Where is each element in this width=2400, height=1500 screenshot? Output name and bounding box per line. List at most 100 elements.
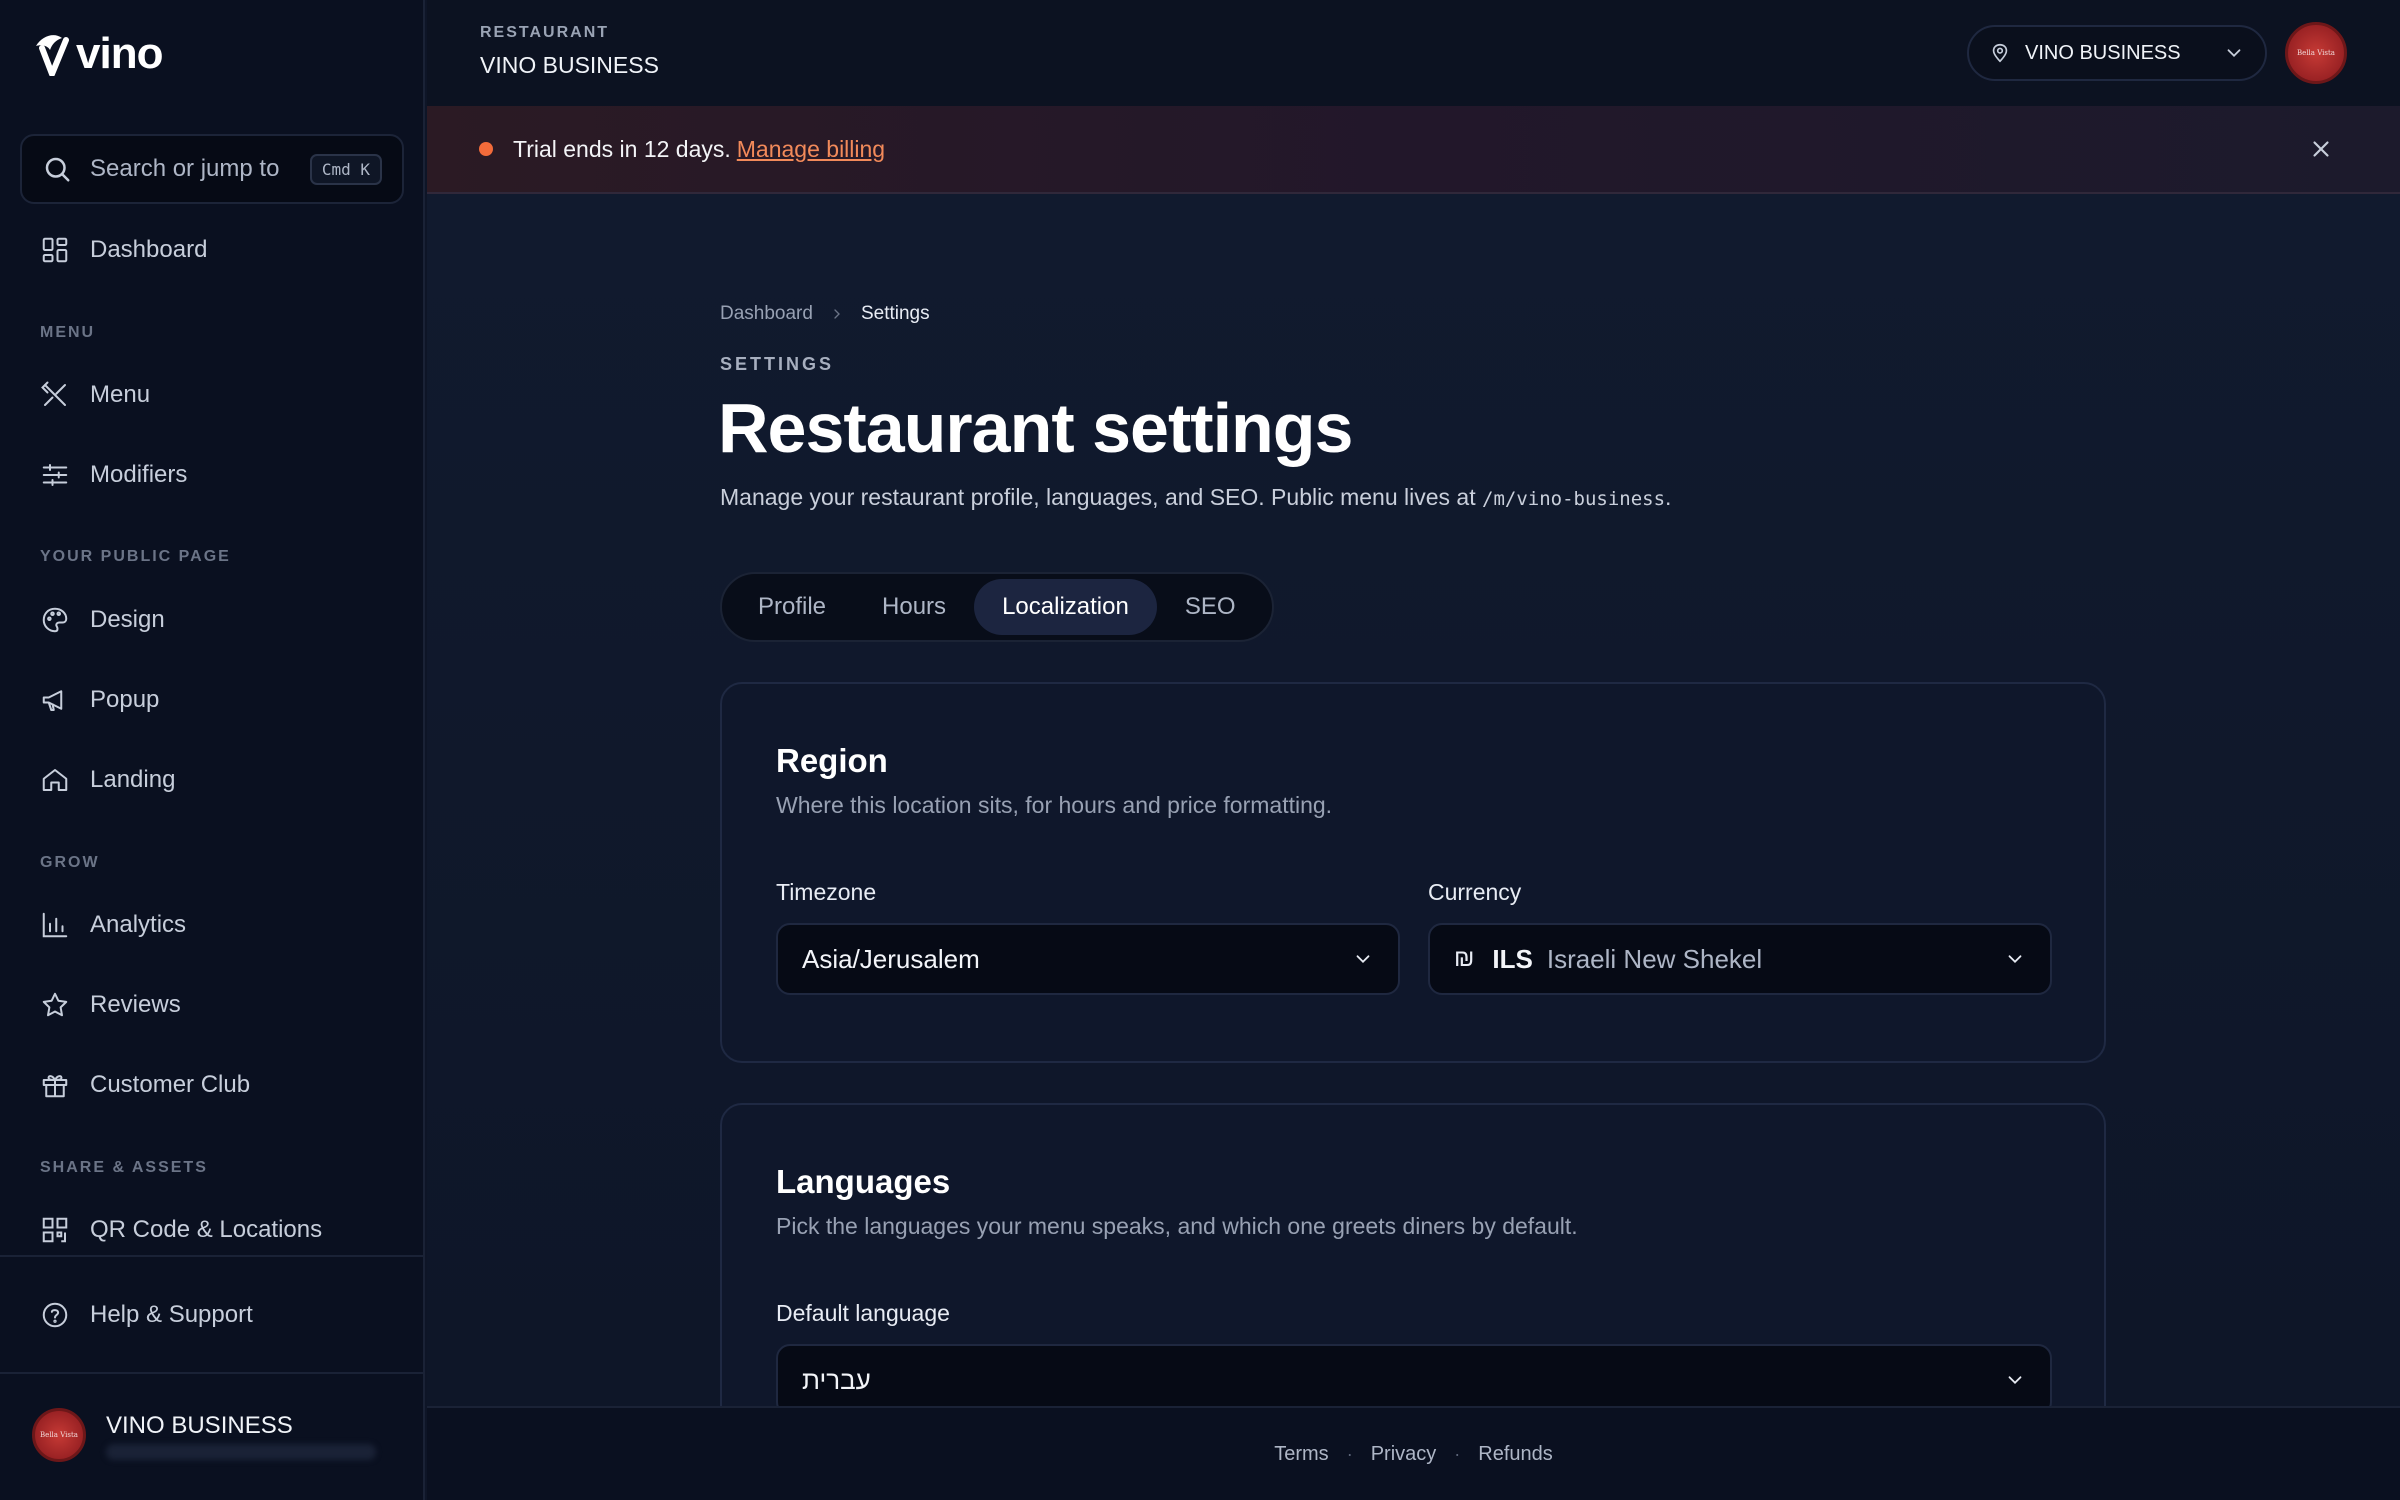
page-description-text: Manage your restaurant profile, language… xyxy=(720,484,1476,510)
location-name: VINO BUSINESS xyxy=(2025,41,2181,64)
shekel-icon: ₪ xyxy=(1454,945,1475,972)
logo-text: vino xyxy=(76,29,163,78)
timezone-value: Asia/Jerusalem xyxy=(802,943,980,974)
search-placeholder: Search or jump to xyxy=(90,155,280,182)
page-description: Manage your restaurant profile, language… xyxy=(720,484,1671,511)
footer-terms-link[interactable]: Terms xyxy=(1274,1443,1328,1466)
search-shortcut-badge: Cmd K xyxy=(309,153,382,185)
page-description-end: . xyxy=(1665,484,1672,510)
sidebar-item-label: QR Code & Locations xyxy=(90,1216,323,1243)
currency-select[interactable]: ₪ ILS Israeli New Shekel xyxy=(1428,923,2052,995)
nav-section-public-page: YOUR PUBLIC PAGE xyxy=(40,548,231,565)
sidebar-item-popup[interactable]: Popup xyxy=(40,680,159,720)
utensils-icon xyxy=(41,381,66,406)
status-dot xyxy=(479,142,493,156)
languages-title: Languages xyxy=(776,1163,951,1200)
footer-refunds-link[interactable]: Refunds xyxy=(1478,1443,1553,1466)
restaurant-name: VINO BUSINESS xyxy=(480,52,659,78)
header-avatar[interactable]: Bella Vista xyxy=(2285,22,2347,84)
sidebar-item-label: Analytics xyxy=(90,911,187,938)
default-language-value: עברית xyxy=(802,1364,871,1395)
sidebar-item-modifiers[interactable]: Modifiers xyxy=(40,455,187,495)
nav-section-grow: GROW xyxy=(40,854,100,871)
chevron-down-icon xyxy=(2008,955,2022,964)
footer-privacy-link[interactable]: Privacy xyxy=(1371,1443,1437,1466)
currency-label: Currency xyxy=(1428,879,1522,905)
settings-tabs: Profile Hours Localization SEO xyxy=(720,572,1274,642)
currency-name: Israeli New Shekel xyxy=(1546,943,1763,974)
region-card: Region Where this location sits, for hou… xyxy=(720,682,2106,1063)
nav-section-share: SHARE & ASSETS xyxy=(40,1159,208,1176)
sidebar-divider xyxy=(0,1255,425,1257)
home-icon xyxy=(42,769,68,791)
manage-billing-link[interactable]: Manage billing xyxy=(737,136,885,163)
region-title: Region xyxy=(776,742,888,779)
close-icon[interactable] xyxy=(2308,136,2334,162)
default-language-label: Default language xyxy=(776,1300,950,1326)
sidebar-item-analytics[interactable]: Analytics xyxy=(40,905,186,945)
chevron-down-icon xyxy=(2227,49,2241,58)
sidebar-item-design[interactable]: Design xyxy=(40,600,165,640)
avatar-logo-text: Bella Vista xyxy=(2297,49,2335,57)
bar-chart-icon xyxy=(42,912,68,938)
sidebar-item-landing[interactable]: Landing xyxy=(40,760,175,800)
star-icon xyxy=(42,992,68,1017)
tab-seo[interactable]: SEO xyxy=(1157,579,1264,635)
sidebar-item-label: Menu xyxy=(90,381,151,408)
map-pin-icon xyxy=(1992,43,2008,63)
user-profile[interactable]: Bella Vista VINO BUSINESS xyxy=(32,1408,376,1462)
footer-separator: · xyxy=(1346,1443,1353,1464)
languages-card: Languages Pick the languages your menu s… xyxy=(720,1103,2106,1443)
trial-text: Trial ends in 12 days. xyxy=(513,135,731,162)
app-logo[interactable]: vino xyxy=(32,28,163,80)
region-subtitle: Where this location sits, for hours and … xyxy=(776,792,1333,818)
sliders-icon xyxy=(42,464,68,486)
top-header: RESTAURANT VINO BUSINESS VINO BUSINESS B… xyxy=(427,0,2400,106)
timezone-select[interactable]: Asia/Jerusalem xyxy=(776,923,1400,995)
trial-banner: Trial ends in 12 days. Manage billing xyxy=(427,106,2400,194)
profile-name: VINO BUSINESS xyxy=(106,1412,293,1439)
palette-icon xyxy=(42,607,68,633)
grid-icon xyxy=(42,237,68,263)
sidebar-item-label: Help & Support xyxy=(90,1301,253,1328)
gift-icon xyxy=(42,1075,68,1098)
sidebar-item-label: Customer Club xyxy=(90,1071,251,1098)
sidebar-item-reviews[interactable]: Reviews xyxy=(40,985,181,1025)
public-menu-path: /m/vino-business xyxy=(1482,488,1666,510)
breadcrumb-current: Settings xyxy=(860,303,930,324)
nav-section-menu: MENU xyxy=(40,324,96,341)
tab-profile[interactable]: Profile xyxy=(730,579,854,635)
chevron-right-icon xyxy=(834,309,840,319)
timezone-label: Timezone xyxy=(776,879,877,905)
sidebar: vino Search or jump to Cmd K Dashboard M… xyxy=(0,0,425,1500)
sidebar-item-label: Landing xyxy=(90,766,176,793)
sidebar-item-label: Modifiers xyxy=(90,461,188,488)
chevron-down-icon xyxy=(2008,1376,2022,1385)
vino-leaf-icon xyxy=(36,35,69,76)
profile-email-redacted xyxy=(106,1444,376,1460)
search-icon xyxy=(45,157,70,182)
avatar-logo-text: Bella Vista xyxy=(40,1431,78,1439)
sidebar-item-customer-club[interactable]: Customer Club xyxy=(40,1065,250,1105)
restaurant-label: RESTAURANT xyxy=(480,24,610,41)
avatar: Bella Vista xyxy=(32,1408,86,1462)
search-jump-input[interactable]: Search or jump to Cmd K xyxy=(20,134,404,204)
sidebar-item-qr-code[interactable]: QR Code & Locations xyxy=(40,1210,322,1250)
breadcrumb-dashboard[interactable]: Dashboard xyxy=(720,303,813,325)
sidebar-item-help[interactable]: Help & Support xyxy=(40,1295,253,1335)
tab-localization[interactable]: Localization xyxy=(974,579,1157,635)
megaphone-icon xyxy=(42,690,63,711)
page-eyebrow: SETTINGS xyxy=(720,354,835,374)
tab-hours[interactable]: Hours xyxy=(854,579,974,635)
page-title: Restaurant settings xyxy=(718,389,1353,467)
qr-code-icon xyxy=(42,1217,68,1243)
languages-subtitle: Pick the languages your menu speaks, and… xyxy=(776,1213,1578,1239)
sidebar-item-dashboard[interactable]: Dashboard xyxy=(40,230,207,270)
sidebar-item-menu[interactable]: Menu xyxy=(40,375,150,415)
breadcrumb: Dashboard Settings xyxy=(720,303,930,325)
location-selector[interactable]: VINO BUSINESS xyxy=(1967,25,2267,81)
sidebar-item-label: Dashboard xyxy=(90,236,208,263)
sidebar-divider xyxy=(0,1372,425,1374)
sidebar-item-label: Design xyxy=(90,606,165,633)
currency-code: ILS xyxy=(1492,943,1533,974)
